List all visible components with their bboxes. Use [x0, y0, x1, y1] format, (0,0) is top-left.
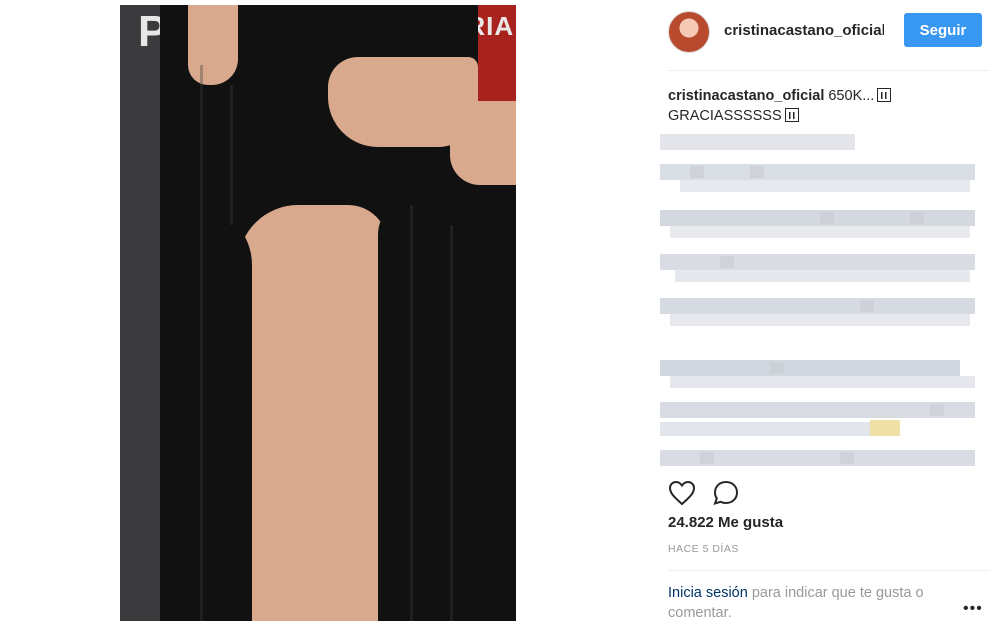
caption-text: 650K...: [824, 88, 875, 104]
dress-fold: [450, 225, 453, 621]
caption: cristinacastano_oficial 650K... GRACIASS…: [668, 86, 990, 126]
post-actions: [668, 478, 990, 508]
photo-backdrop: [120, 5, 160, 621]
post-header: cristinacastano_oficial Seguir: [668, 8, 990, 54]
leg: [238, 205, 388, 621]
dress-fold: [410, 205, 413, 621]
emoji-glyph-icon: [784, 108, 799, 122]
login-link[interactable]: Inicia sesión: [668, 585, 748, 601]
avatar[interactable]: [668, 11, 710, 53]
emoji-glyph-icon: [877, 88, 892, 102]
caption-username[interactable]: cristinacastano_oficial: [668, 88, 824, 104]
dress-fold: [230, 85, 233, 225]
likes-count[interactable]: 24.822 Me gusta: [668, 514, 783, 531]
dress-slit-left: [160, 205, 252, 621]
dress-fold: [200, 65, 203, 621]
post-timestamp[interactable]: HACE 5 DÍAS: [668, 543, 739, 555]
blurred-comments: [660, 132, 980, 472]
forearm: [450, 101, 516, 185]
left-hand: [188, 5, 238, 85]
pixelated-text-icon: [660, 134, 975, 466]
follow-button[interactable]: Seguir: [904, 13, 982, 47]
caption-line-2: GRACIASSSSSS: [668, 108, 782, 124]
username-link[interactable]: cristinacastano_oficial: [724, 22, 884, 39]
dress-slit-right: [378, 195, 478, 621]
login-prompt: Inicia sesión para indicar que te gusta …: [668, 583, 958, 623]
post-photo[interactable]: P ERIA ES: [120, 5, 516, 621]
post-sidebar: cristinacastano_oficial Seguir cristinac…: [660, 0, 1000, 621]
heart-icon[interactable]: [668, 480, 696, 506]
header-divider: [668, 70, 990, 71]
comment-icon[interactable]: [712, 480, 740, 506]
footer-divider: [668, 570, 990, 571]
more-options-icon[interactable]: •••: [963, 600, 983, 618]
